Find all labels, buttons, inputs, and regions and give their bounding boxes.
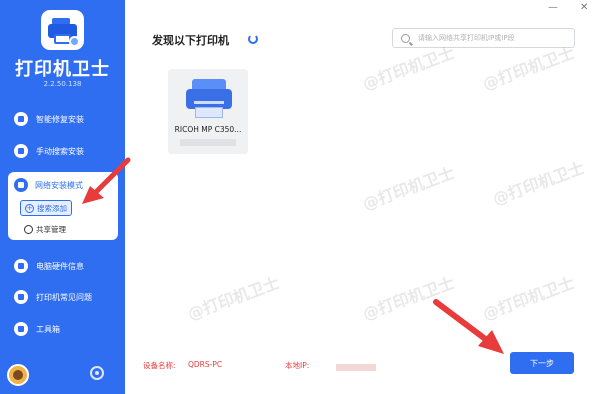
search-input[interactable] — [418, 34, 568, 42]
sidebar-item-label: 电脑硬件信息 — [36, 261, 84, 271]
redacted-ip — [336, 364, 376, 371]
arrowhead-next — [478, 330, 504, 354]
app-title: 打印机卫士 — [15, 59, 110, 80]
local-ip-label: 本地IP: — [285, 361, 310, 370]
page-title: 发现以下打印机 — [152, 34, 229, 47]
sidebar-item-label: 网络安装模式 — [35, 180, 83, 190]
submenu-item-search-add[interactable]: + 搜索添加 — [20, 200, 72, 216]
device-name-label: 设备名称: — [143, 361, 176, 370]
network-install-submenu: 网络安装模式 + 搜索添加 共享管理 — [8, 172, 118, 240]
network-shield-icon — [14, 178, 28, 192]
sidebar-item-toolbox[interactable]: 工具箱 — [0, 318, 125, 340]
hardware-icon — [14, 259, 28, 273]
repair-icon — [14, 112, 28, 126]
app-version: 2.2.50.138 — [43, 80, 82, 88]
sidebar-item-faq[interactable]: 打印机常见问题 — [0, 286, 125, 308]
search-add-icon: + — [25, 203, 34, 213]
printer-name: RICOH MP C350... — [174, 125, 242, 134]
sidebar-item-manual-search[interactable]: 手动搜索安装 — [0, 140, 125, 162]
printer-icon — [186, 79, 232, 119]
next-button[interactable]: 下一步 — [510, 352, 574, 374]
watermark: @打印机卫士 — [360, 273, 457, 324]
watermark: @打印机卫士 — [490, 158, 587, 209]
watermark: @打印机卫士 — [480, 273, 577, 324]
toolbox-icon — [14, 322, 28, 336]
watermark: @打印机卫士 — [360, 163, 457, 214]
minimize-button[interactable]: — — [548, 2, 558, 13]
sidebar-item-label: 手动搜索安装 — [36, 146, 84, 156]
faq-icon — [14, 290, 28, 304]
sidebar-item-network-install[interactable]: 网络安装模式 — [8, 176, 83, 194]
app-logo — [41, 10, 84, 50]
watermark: @打印机卫士 — [185, 273, 282, 324]
submenu-item-share-manage[interactable]: 共享管理 — [20, 221, 70, 237]
arrow-to-next — [433, 299, 495, 347]
sidebar-item-label: 工具箱 — [36, 324, 60, 334]
close-button[interactable]: ✕ — [580, 2, 588, 13]
avatar[interactable] — [7, 364, 29, 386]
sidebar-item-smart-repair[interactable]: 智能修复安装 — [0, 108, 125, 130]
search-icon[interactable] — [401, 33, 410, 43]
gear-icon[interactable] — [90, 366, 104, 380]
submenu-item-label: 搜索添加 — [37, 203, 67, 213]
sidebar-item-label: 打印机常见问题 — [36, 292, 92, 302]
device-name-value: QDRS-PC — [188, 360, 223, 369]
wrench-icon — [14, 144, 28, 158]
submenu-item-label: 共享管理 — [36, 224, 66, 234]
refresh-icon[interactable] — [248, 34, 258, 44]
cloud-icon — [24, 224, 33, 234]
sidebar-item-hardware-info[interactable]: 电脑硬件信息 — [0, 255, 125, 277]
sidebar-item-label: 智能修复安装 — [36, 114, 84, 124]
printer-card[interactable]: RICOH MP C350... — [168, 69, 248, 154]
redacted-info — [180, 139, 236, 146]
search-box — [392, 28, 575, 48]
